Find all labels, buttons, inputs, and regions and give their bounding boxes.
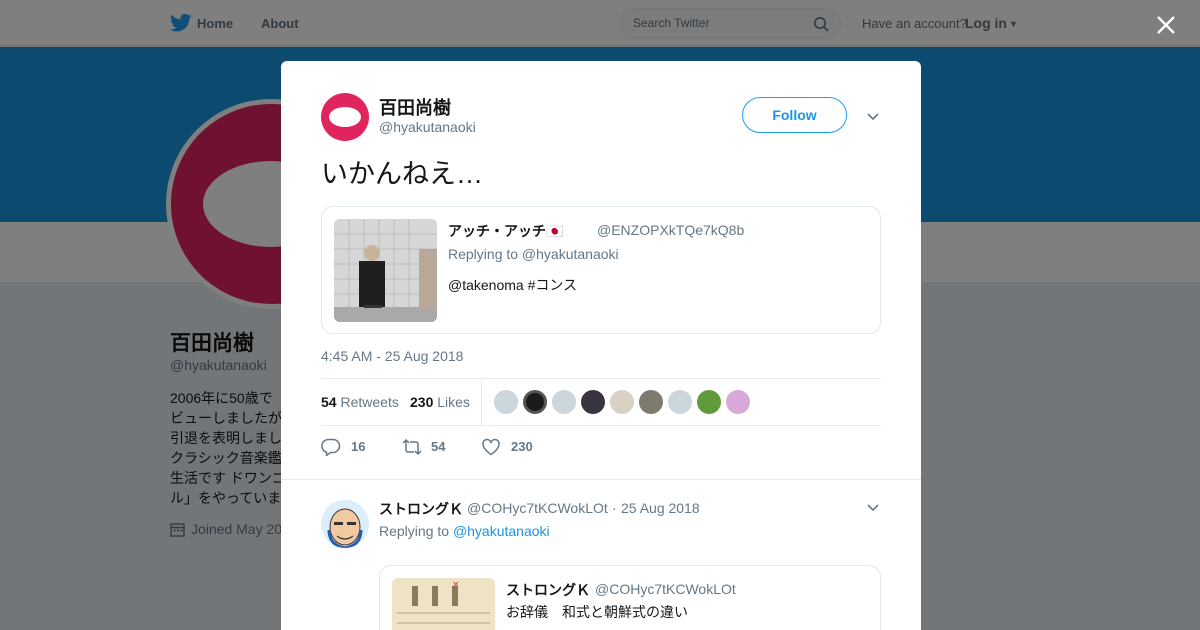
- reply-date[interactable]: 25 Aug 2018: [621, 500, 700, 516]
- like-action[interactable]: 230: [481, 437, 541, 457]
- retweet-count: 54: [431, 439, 446, 454]
- chevron-down-icon[interactable]: [865, 108, 881, 124]
- tweet-stats: 54 Retweets 230 Likes: [321, 378, 881, 426]
- liker-avatar[interactable]: [581, 390, 605, 414]
- tweet-modal: 百田尚樹 @hyakutanaoki Follow いかんねえ… アッチ・アッチ…: [281, 61, 921, 630]
- reply-icon: [321, 438, 341, 456]
- reply-replying-to: Replying to @hyakutanaoki: [379, 523, 550, 539]
- retweet-action[interactable]: 54: [401, 437, 451, 457]
- like-count: 230: [511, 439, 533, 454]
- heart-icon: [482, 438, 500, 456]
- tweet-author-avatar[interactable]: [321, 93, 369, 141]
- liker-avatar[interactable]: [610, 390, 634, 414]
- retweets-stat[interactable]: 54 Retweets: [321, 394, 399, 410]
- close-icon[interactable]: [1152, 11, 1180, 39]
- reply-separator: ·: [612, 500, 617, 516]
- reply-action[interactable]: 16: [321, 437, 371, 457]
- reply-quoted-tweet[interactable]: × ストロングＫ @COHyc7tKCWokLOt お辞儀 和式と朝鮮式の違い: [379, 565, 881, 630]
- reply-author-handle[interactable]: @COHyc7tKCWokLOt: [467, 500, 608, 516]
- replying-prefix: Replying to: [379, 523, 450, 539]
- reply-quoted-author-name: ストロングＫ: [506, 582, 590, 598]
- likes-count: 230: [410, 394, 434, 410]
- svg-text:×: ×: [452, 580, 460, 590]
- likes-label: Likes: [437, 394, 470, 410]
- liker-avatar[interactable]: [523, 390, 547, 414]
- reply-quoted-image[interactable]: ×: [392, 578, 495, 630]
- liker-avatar[interactable]: [668, 390, 692, 414]
- reply-quoted-text: お辞儀 和式と朝鮮式の違い: [506, 604, 688, 620]
- reply-author-name[interactable]: ストロングＫ: [379, 499, 463, 519]
- photo-thumbnail: ×: [392, 578, 495, 630]
- follow-button[interactable]: Follow: [742, 97, 847, 133]
- liker-avatar[interactable]: [639, 390, 663, 414]
- photo-thumbnail: [334, 219, 437, 322]
- quoted-tweet[interactable]: アッチ・アッチ🇯🇵 @ENZOPXkTQe7kQ8b Replying to @…: [321, 206, 881, 334]
- tweet-author-name[interactable]: 百田尚樹: [379, 94, 451, 120]
- reply-count: 16: [351, 439, 366, 454]
- liker-avatar[interactable]: [494, 390, 518, 414]
- reply-quoted-author-handle: @COHyc7tKCWokLOt: [595, 581, 736, 597]
- replying-to-link[interactable]: @hyakutanaoki: [453, 523, 550, 539]
- quoted-tweet-image[interactable]: [334, 219, 437, 322]
- liker-avatar[interactable]: [552, 390, 576, 414]
- quoted-tweet-author-handle: @ENZOPXkTQe7kQ8b: [597, 222, 745, 238]
- quoted-tweet-text: @takenoma #コンス: [448, 277, 578, 293]
- liker-avatar[interactable]: [726, 390, 750, 414]
- cartoon-face-image: [321, 500, 369, 548]
- reply-tweet[interactable]: ストロングＫ @COHyc7tKCWokLOt · 25 Aug 2018 Re…: [281, 479, 921, 630]
- retweets-count: 54: [321, 394, 337, 410]
- quoted-tweet-replying-to: Replying to @hyakutanaoki: [448, 246, 619, 262]
- retweets-label: Retweets: [340, 394, 399, 410]
- chevron-down-icon[interactable]: [865, 499, 881, 515]
- tweet-author-handle[interactable]: @hyakutanaoki: [379, 119, 476, 135]
- retweet-icon: [402, 438, 422, 456]
- likes-stat[interactable]: 230 Likes: [410, 394, 470, 410]
- liker-avatar[interactable]: [697, 390, 721, 414]
- reply-author-avatar[interactable]: [321, 500, 369, 548]
- tweet-timestamp[interactable]: 4:45 AM - 25 Aug 2018: [321, 348, 463, 364]
- tweet-text: いかんねえ…: [321, 159, 483, 189]
- stats-divider: [481, 379, 482, 426]
- quoted-tweet-author-name: アッチ・アッチ🇯🇵: [448, 223, 564, 239]
